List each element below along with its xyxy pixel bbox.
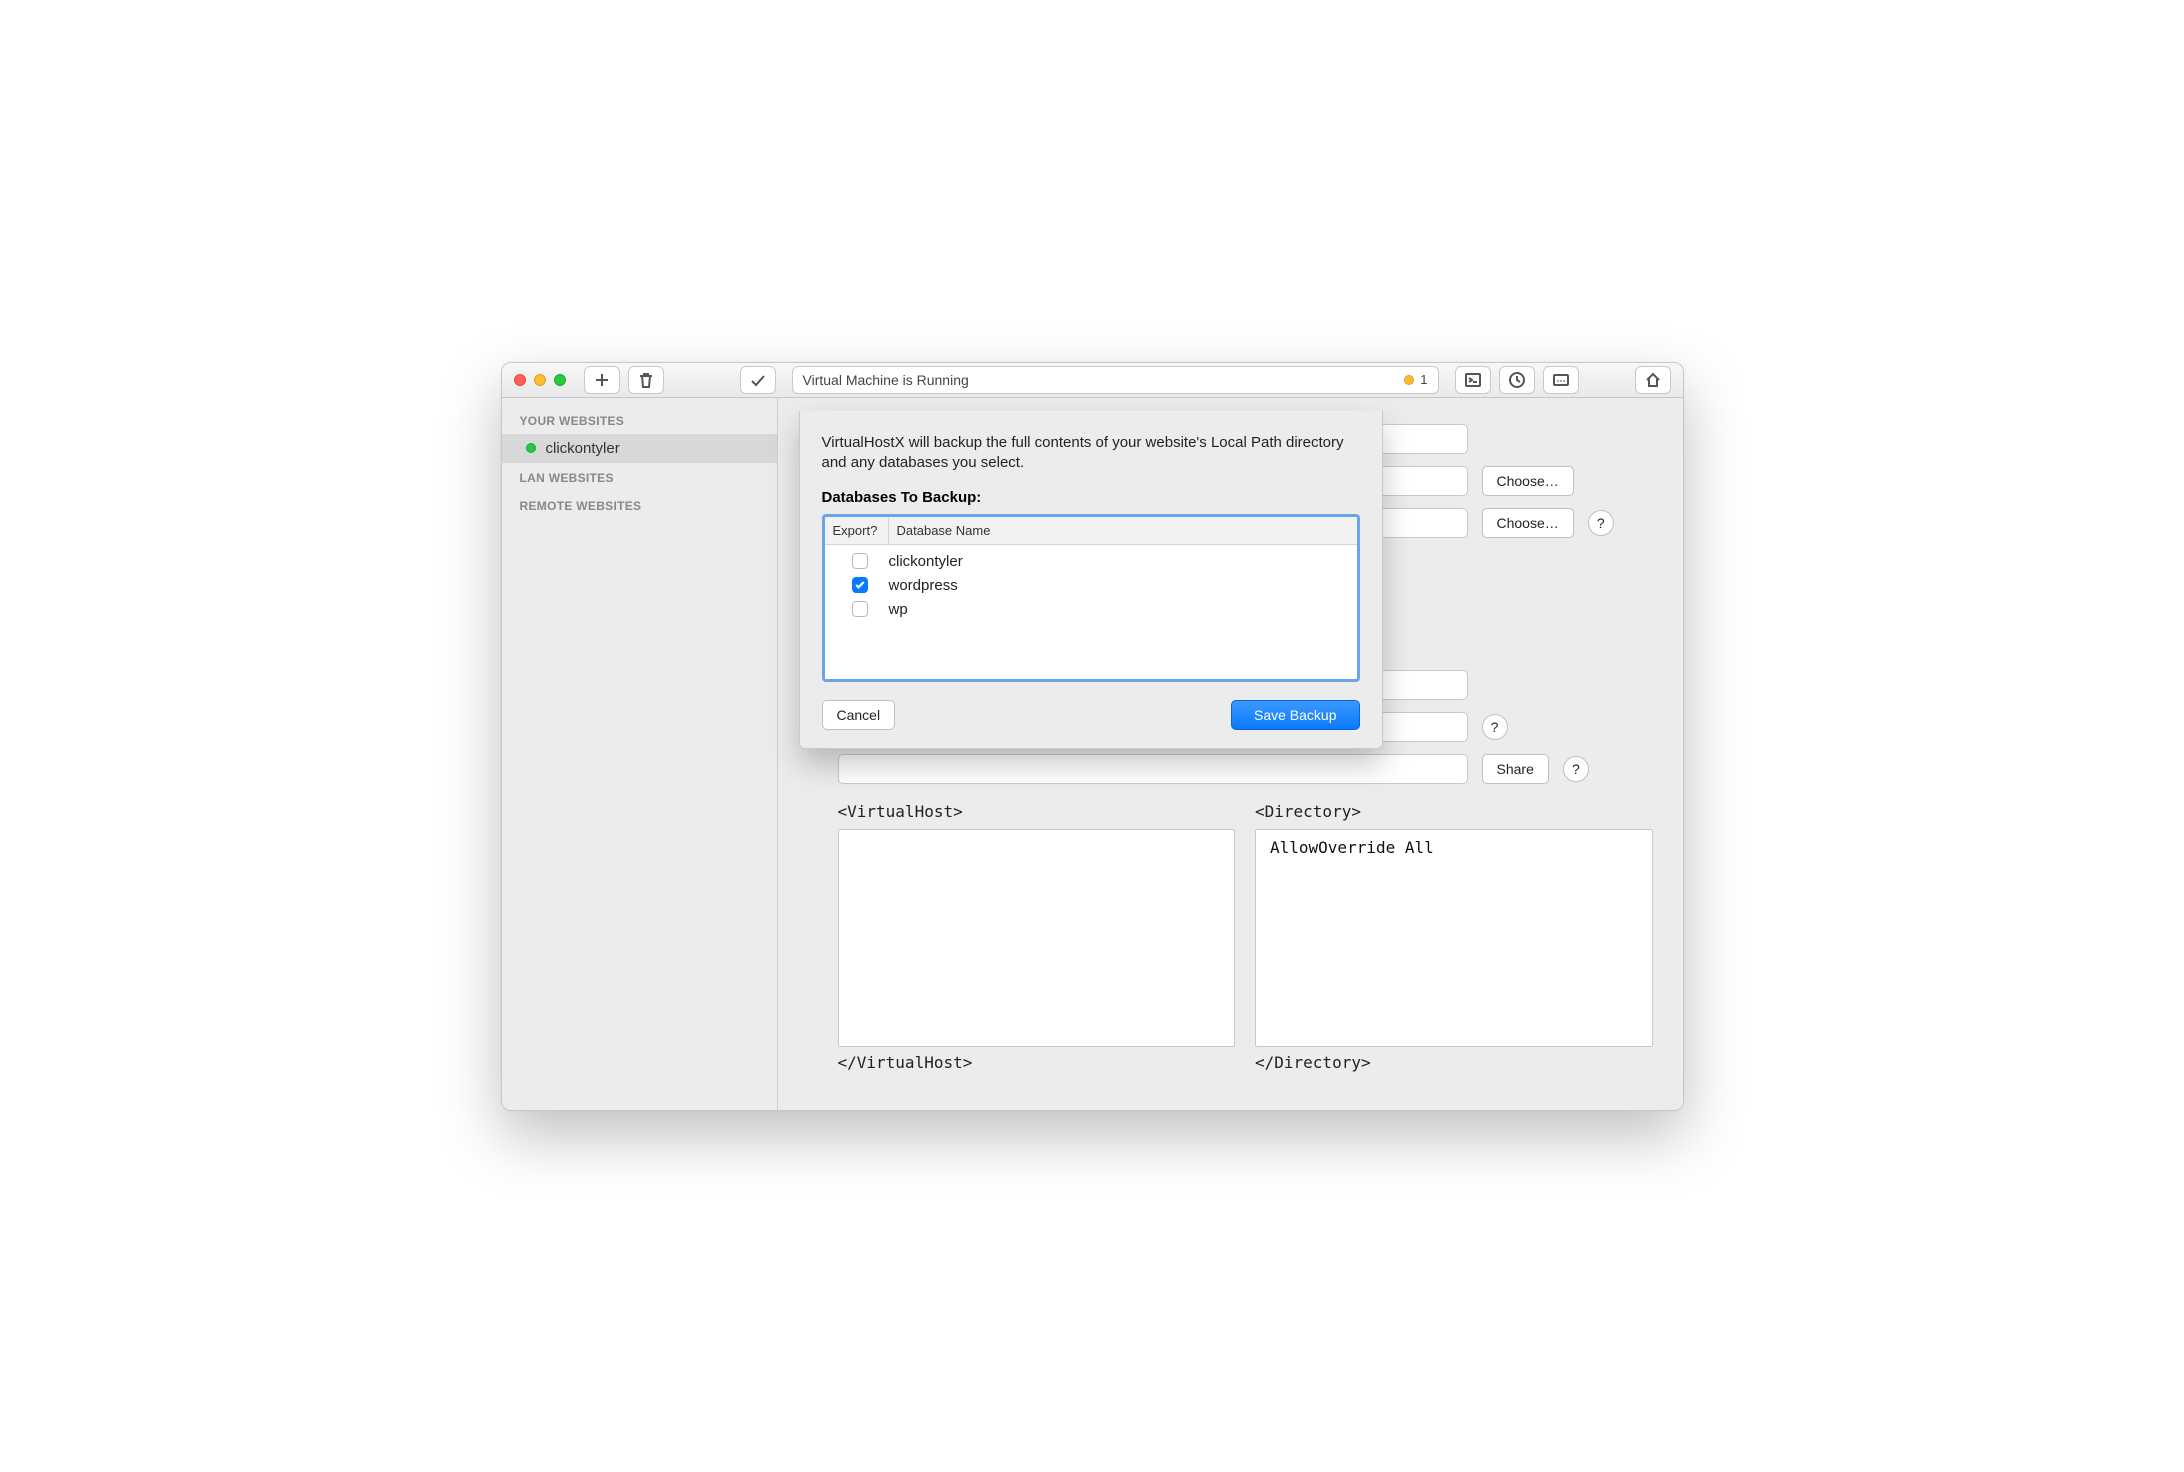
scheduler-button[interactable] bbox=[1499, 366, 1535, 394]
status-text: Virtual Machine is Running bbox=[803, 372, 969, 388]
404-icon bbox=[1552, 371, 1570, 389]
zoom-window-button[interactable] bbox=[554, 374, 566, 386]
share-button[interactable]: Share bbox=[1482, 754, 1549, 784]
database-row[interactable]: clickontyler bbox=[831, 549, 1351, 573]
choose-local-path-button[interactable]: Choose… bbox=[1482, 466, 1574, 496]
minimize-window-button[interactable] bbox=[534, 374, 546, 386]
export-checkbox[interactable] bbox=[852, 553, 868, 569]
share-field[interactable] bbox=[838, 754, 1468, 784]
database-row[interactable]: wp bbox=[831, 597, 1351, 621]
directory-close-label: </Directory> bbox=[1255, 1053, 1653, 1072]
check-icon bbox=[854, 579, 866, 591]
window-controls bbox=[514, 374, 566, 386]
apply-button[interactable] bbox=[740, 366, 776, 394]
database-name: wordpress bbox=[889, 577, 1351, 594]
directory-open-label: <Directory> bbox=[1255, 802, 1653, 821]
export-checkbox[interactable] bbox=[852, 577, 868, 593]
trash-icon bbox=[637, 371, 655, 389]
help-secondary-button[interactable]: ? bbox=[1588, 510, 1614, 536]
export-checkbox[interactable] bbox=[852, 601, 868, 617]
delete-button[interactable] bbox=[628, 366, 664, 394]
sidebar-item-site[interactable]: clickontyler bbox=[502, 434, 777, 463]
help-share-button[interactable]: ? bbox=[1563, 756, 1589, 782]
database-name: wp bbox=[889, 601, 1351, 618]
database-table-header: Export? Database Name bbox=[825, 517, 1357, 545]
database-table: Export? Database Name clickontyler wordpr… bbox=[822, 514, 1360, 682]
clock-icon bbox=[1508, 371, 1526, 389]
cancel-button[interactable]: Cancel bbox=[822, 700, 896, 730]
sidebar-header-remote: REMOTE WEBSITES bbox=[502, 491, 777, 519]
sidebar-header-lan: LAN WEBSITES bbox=[502, 463, 777, 491]
terminal-button[interactable] bbox=[1455, 366, 1491, 394]
sidebar-item-label: clickontyler bbox=[546, 440, 620, 457]
choose-secondary-button[interactable]: Choose… bbox=[1482, 508, 1574, 538]
status-field: Virtual Machine is Running 1 bbox=[792, 366, 1439, 394]
sidebar-header-your: YOUR WEBSITES bbox=[502, 406, 777, 434]
status-dot-icon bbox=[1404, 375, 1414, 385]
terminal-icon bbox=[1464, 371, 1482, 389]
vhost-open-label: <VirtualHost> bbox=[838, 802, 1236, 821]
help-alias-button[interactable]: ? bbox=[1482, 714, 1508, 740]
site-status-dot-icon bbox=[526, 443, 536, 453]
check-icon bbox=[749, 371, 767, 389]
col-name[interactable]: Database Name bbox=[889, 517, 1357, 544]
backup-sheet: VirtualHostX will backup the full conten… bbox=[799, 411, 1383, 750]
app-window: Virtual Machine is Running 1 YOUR WEB bbox=[501, 362, 1684, 1111]
save-backup-button[interactable]: Save Backup bbox=[1231, 700, 1360, 730]
home-icon bbox=[1644, 371, 1662, 389]
sheet-subtitle: Databases To Backup: bbox=[822, 489, 1360, 506]
database-row[interactable]: wordpress bbox=[831, 573, 1351, 597]
directory-textarea[interactable]: AllowOverride All bbox=[1255, 829, 1653, 1047]
error-page-button[interactable] bbox=[1543, 366, 1579, 394]
plus-icon bbox=[593, 371, 611, 389]
add-button[interactable] bbox=[584, 366, 620, 394]
vm-count: 1 bbox=[1420, 372, 1427, 387]
sidebar: YOUR WEBSITES clickontyler LAN WEBSITES … bbox=[502, 398, 778, 1110]
col-export[interactable]: Export? bbox=[825, 517, 889, 544]
toolbar: Virtual Machine is Running 1 bbox=[502, 363, 1683, 398]
close-window-button[interactable] bbox=[514, 374, 526, 386]
sheet-description: VirtualHostX will backup the full conten… bbox=[822, 433, 1360, 474]
database-name: clickontyler bbox=[889, 553, 1351, 570]
vhost-textarea[interactable] bbox=[838, 829, 1236, 1047]
home-button[interactable] bbox=[1635, 366, 1671, 394]
vhost-close-label: </VirtualHost> bbox=[838, 1053, 1236, 1072]
